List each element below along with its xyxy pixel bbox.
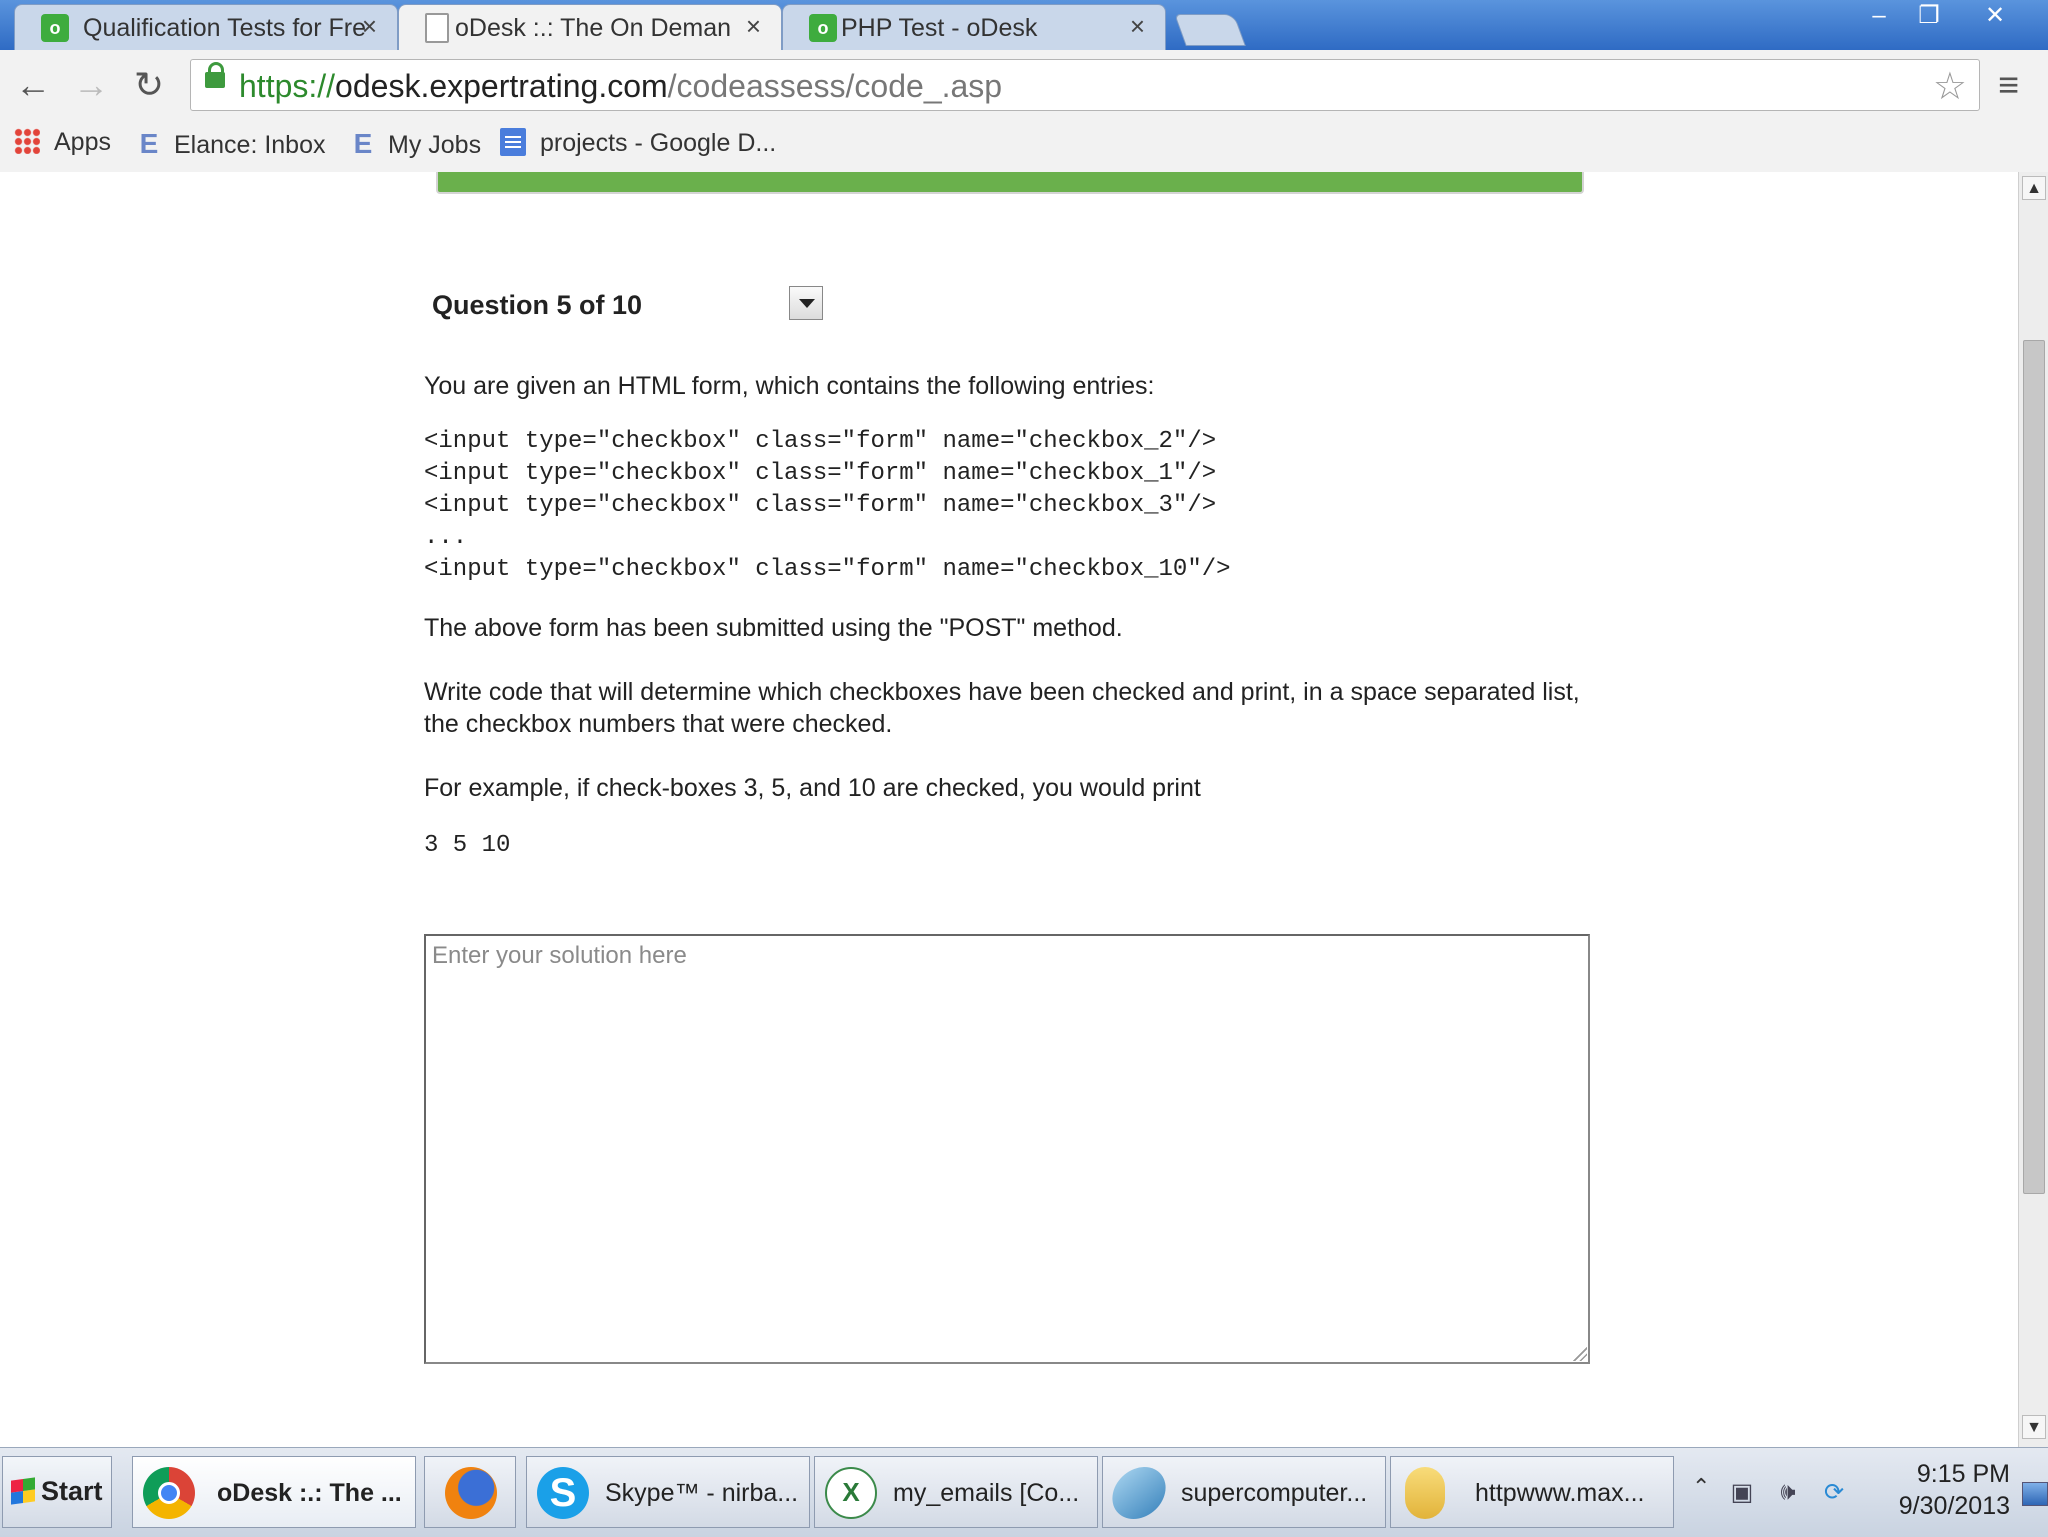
page-scrollbar[interactable]: ▲ ▼: [2018, 172, 2048, 1447]
tab-title: oDesk :.: The On Deman: [455, 14, 732, 42]
submitted-method-text: The above form has been submitted using …: [424, 614, 1123, 642]
taskbar-item-folder[interactable]: httpwww.max...: [1390, 1456, 1674, 1528]
page-content: Question 5 of 10 You are given an HTML f…: [0, 172, 2018, 1447]
clock-date[interactable]: 9/30/2013: [1880, 1492, 2010, 1521]
browser-menu-icon[interactable]: ≡: [1998, 64, 2019, 106]
back-icon[interactable]: ←: [10, 62, 56, 108]
code-line: <input type="checkbox" class="form" name…: [424, 460, 1217, 487]
bookmarks-bar: Apps E Elance: Inbox E My Jobs projects - …: [0, 120, 2048, 170]
odesk-favicon-icon: o: [41, 14, 69, 42]
bookmark-my-jobs[interactable]: E My Jobs: [350, 128, 481, 160]
close-tab-icon[interactable]: ×: [746, 11, 761, 42]
taskbar-item-excel[interactable]: X my_emails [Co...: [814, 1456, 1098, 1528]
elance-icon: E: [139, 128, 159, 159]
elance-icon: E: [353, 128, 373, 159]
bookmark-star-icon[interactable]: ☆: [1933, 64, 1967, 109]
scroll-down-icon[interactable]: ▼: [2022, 1415, 2046, 1439]
code-line: <input type="checkbox" class="form" name…: [424, 492, 1217, 519]
minimize-window-icon[interactable]: –: [1856, 0, 1902, 32]
app-icon: [1107, 1467, 1171, 1519]
tab-qualification-tests[interactable]: o Qualification Tests for Fre ×: [14, 4, 398, 50]
address-bar[interactable]: https://odesk.expertrating.com/codeasses…: [190, 59, 1980, 111]
task-description: Write code that will determine which che…: [424, 678, 1580, 738]
restore-window-icon[interactable]: ❐: [1906, 0, 1952, 32]
volume-icon[interactable]: 🕪: [1774, 1478, 1802, 1506]
new-tab-button[interactable]: [1174, 14, 1246, 46]
start-button[interactable]: Start: [2, 1456, 112, 1528]
taskbar-item-chrome[interactable]: oDesk :.: The ...: [132, 1456, 416, 1528]
excel-icon: X: [825, 1467, 877, 1519]
close-window-icon[interactable]: ✕: [1972, 0, 2018, 32]
close-tab-icon[interactable]: ×: [362, 11, 377, 42]
chrome-icon: [143, 1467, 195, 1519]
taskbar-item-skype[interactable]: S Skype™ - nirba...: [526, 1456, 810, 1528]
folder-icon: [1405, 1467, 1445, 1519]
tab-title: Qualification Tests for Fre: [83, 14, 366, 42]
google-docs-icon: [500, 128, 526, 156]
question-select-dropdown[interactable]: [789, 286, 823, 320]
tab-odesk-on-demand[interactable]: oDesk :.: The On Deman ×: [398, 4, 782, 50]
forward-icon[interactable]: →: [68, 62, 114, 108]
skype-icon: S: [537, 1467, 589, 1519]
example-output: 3 5 10: [424, 832, 511, 859]
lock-icon: [205, 62, 225, 88]
firefox-icon: [445, 1467, 497, 1519]
taskbar-item-firefox[interactable]: [424, 1456, 516, 1528]
tab-title: PHP Test - oDesk: [841, 14, 1038, 42]
code-line: ...: [424, 524, 468, 551]
bookmark-elance-inbox[interactable]: E Elance: Inbox: [136, 128, 326, 160]
code-line: <input type="checkbox" class="form" name…: [424, 556, 1231, 583]
scroll-thumb[interactable]: [2023, 340, 2045, 1194]
taskbar-item-supercomputer[interactable]: supercomputer...: [1102, 1456, 1386, 1528]
browser-tab-strip: o Qualification Tests for Fre × oDesk :.…: [0, 0, 2048, 50]
odesk-favicon-icon: o: [809, 14, 837, 42]
bookmark-apps[interactable]: Apps: [14, 128, 111, 157]
apps-grid-icon: [14, 128, 40, 154]
test-timer-bar: [436, 172, 1584, 194]
show-hidden-icons-icon[interactable]: ⌃: [1692, 1474, 1710, 1500]
solution-textarea[interactable]: [424, 934, 1590, 1364]
bookmark-projects-google-docs[interactable]: projects - Google D...: [500, 128, 776, 158]
example-description: For example, if check-boxes 3, 5, and 10…: [424, 774, 1201, 802]
question-intro: You are given an HTML form, which contai…: [424, 372, 1155, 400]
system-tray: ⌃ ▣ 🕪 ⟳ 9:15 PM 9/30/2013: [1680, 1456, 2048, 1528]
tab-php-test[interactable]: o PHP Test - oDesk ×: [782, 4, 1166, 50]
show-desktop-button[interactable]: [2022, 1482, 2048, 1506]
network-icon[interactable]: ▣: [1728, 1478, 1756, 1506]
browser-toolbar: ← → ↻ https://odesk.expertrating.com/cod…: [0, 50, 2048, 173]
resize-handle-icon[interactable]: [1573, 1347, 1587, 1361]
scroll-up-icon[interactable]: ▲: [2022, 176, 2046, 200]
url-text: https://odesk.expertrating.com/codeasses…: [239, 68, 1003, 104]
windows-taskbar: Start oDesk :.: The ... S Skype™ - nirba…: [0, 1447, 2048, 1537]
sync-icon[interactable]: ⟳: [1820, 1478, 1848, 1506]
code-line: <input type="checkbox" class="form" name…: [424, 428, 1217, 455]
question-title: Question 5 of 10: [432, 290, 643, 320]
close-tab-icon[interactable]: ×: [1130, 11, 1145, 42]
windows-logo-icon: [11, 1477, 35, 1505]
clock-time[interactable]: 9:15 PM: [1880, 1460, 2010, 1489]
page-favicon-icon: [425, 13, 449, 43]
reload-icon[interactable]: ↻: [126, 62, 172, 108]
